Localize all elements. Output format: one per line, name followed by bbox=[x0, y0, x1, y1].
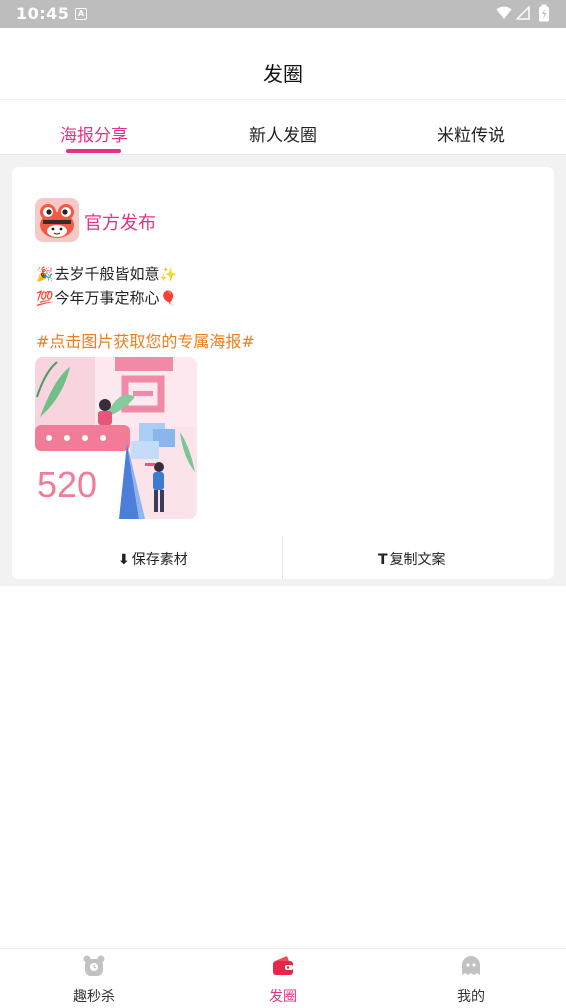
page-title: 发圈 bbox=[263, 62, 303, 86]
nav-flash-sale[interactable]: 趣秒杀 bbox=[0, 949, 188, 1008]
tab-poster-share[interactable]: 海报分享 bbox=[0, 121, 188, 146]
nav-mine[interactable]: 我的 bbox=[377, 949, 565, 1008]
post-text-2: 今年万事定称心 bbox=[54, 289, 160, 307]
text-icon: T bbox=[378, 552, 388, 568]
poster-illustration: 520 bbox=[35, 357, 197, 519]
nav-post-circle[interactable]: 发圈 bbox=[189, 949, 377, 1008]
balloon-icon: 🎈 bbox=[159, 291, 177, 307]
hundred-points-icon: 💯 bbox=[36, 291, 54, 307]
post-card: 官方发布 🎉去岁千般皆如意✨ 💯今年万事定称心🎈 #点击图片获取您的专属海报# bbox=[12, 167, 554, 579]
save-material-button[interactable]: ⬇ 保存素材 bbox=[118, 549, 188, 569]
wifi-icon bbox=[496, 6, 512, 19]
title-bar: 发圈 bbox=[0, 28, 566, 100]
tab-newcomer-post[interactable]: 新人发圈 bbox=[189, 121, 377, 146]
bear-icon bbox=[83, 955, 105, 976]
avatar bbox=[35, 198, 79, 242]
save-material-label: 保存素材 bbox=[131, 552, 188, 568]
tab-mili-legend[interactable]: 米粒传说 bbox=[377, 121, 565, 146]
notification-a-icon: A bbox=[75, 8, 87, 20]
poster-hashtag-link[interactable]: #点击图片获取您的专属海报# bbox=[36, 328, 255, 352]
copy-text-label: 复制文案 bbox=[389, 552, 446, 568]
post-text-1: 去岁千般皆如意 bbox=[54, 265, 160, 283]
status-bar: 10:45 A bbox=[0, 0, 566, 28]
poster-image[interactable]: 520 bbox=[35, 357, 197, 519]
tab-indicator bbox=[66, 149, 121, 153]
actions-divider bbox=[282, 536, 283, 579]
tab-bar: 海报分享 新人发圈 米粒传说 bbox=[0, 101, 566, 155]
download-icon: ⬇ bbox=[118, 552, 130, 568]
post-line-2: 💯今年万事定称心🎈 bbox=[36, 287, 178, 308]
party-popper-icon: 🎉 bbox=[36, 267, 54, 283]
sparkles-icon: ✨ bbox=[159, 267, 177, 283]
nav-label-post-circle: 发圈 bbox=[269, 989, 297, 1005]
nav-label-flash-sale: 趣秒杀 bbox=[73, 989, 115, 1005]
ghost-icon bbox=[462, 956, 480, 975]
bottom-nav: 趣秒杀 发圈 我的 bbox=[0, 948, 566, 1008]
poster-number: 520 bbox=[37, 464, 97, 505]
post-actions: ⬇ 保存素材 T 复制文案 bbox=[12, 536, 554, 579]
post-line-1: 🎉去岁千般皆如意✨ bbox=[36, 263, 178, 284]
nav-label-mine: 我的 bbox=[457, 989, 485, 1005]
frog-mascot-icon bbox=[35, 198, 79, 242]
post-author: 官方发布 bbox=[84, 213, 156, 234]
copy-text-button[interactable]: T 复制文案 bbox=[378, 549, 446, 569]
wallet-icon bbox=[273, 956, 293, 975]
status-time: 10:45 bbox=[16, 4, 70, 23]
signal-icon bbox=[516, 6, 530, 20]
battery-icon bbox=[539, 4, 549, 22]
